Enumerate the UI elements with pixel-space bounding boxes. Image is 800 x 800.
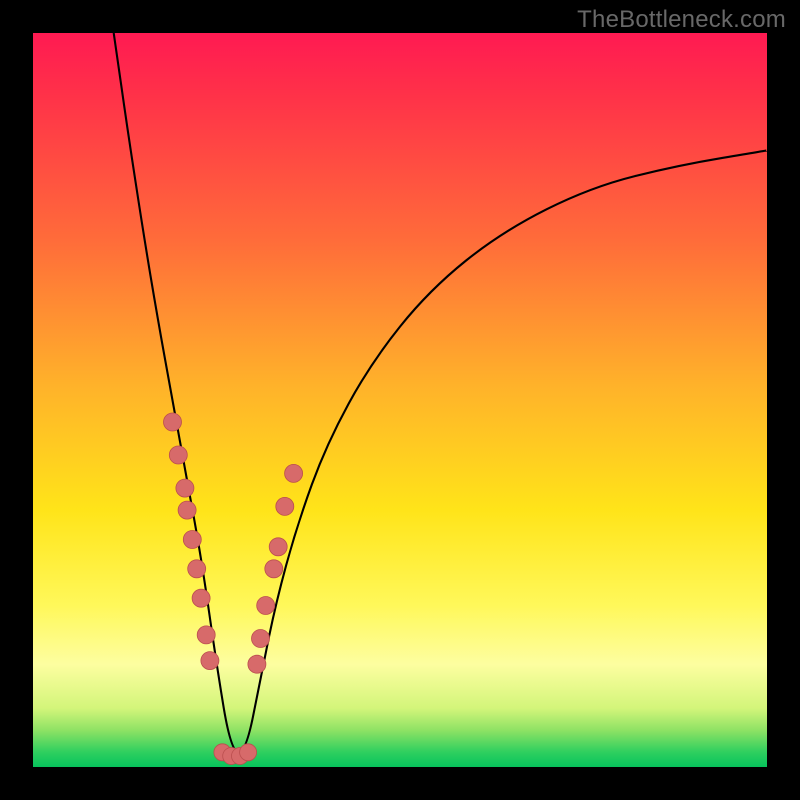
watermark-text: TheBottleneck.com <box>577 6 786 34</box>
plot-gradient-background <box>33 33 767 767</box>
chart-frame: TheBottleneck.com <box>0 0 800 800</box>
